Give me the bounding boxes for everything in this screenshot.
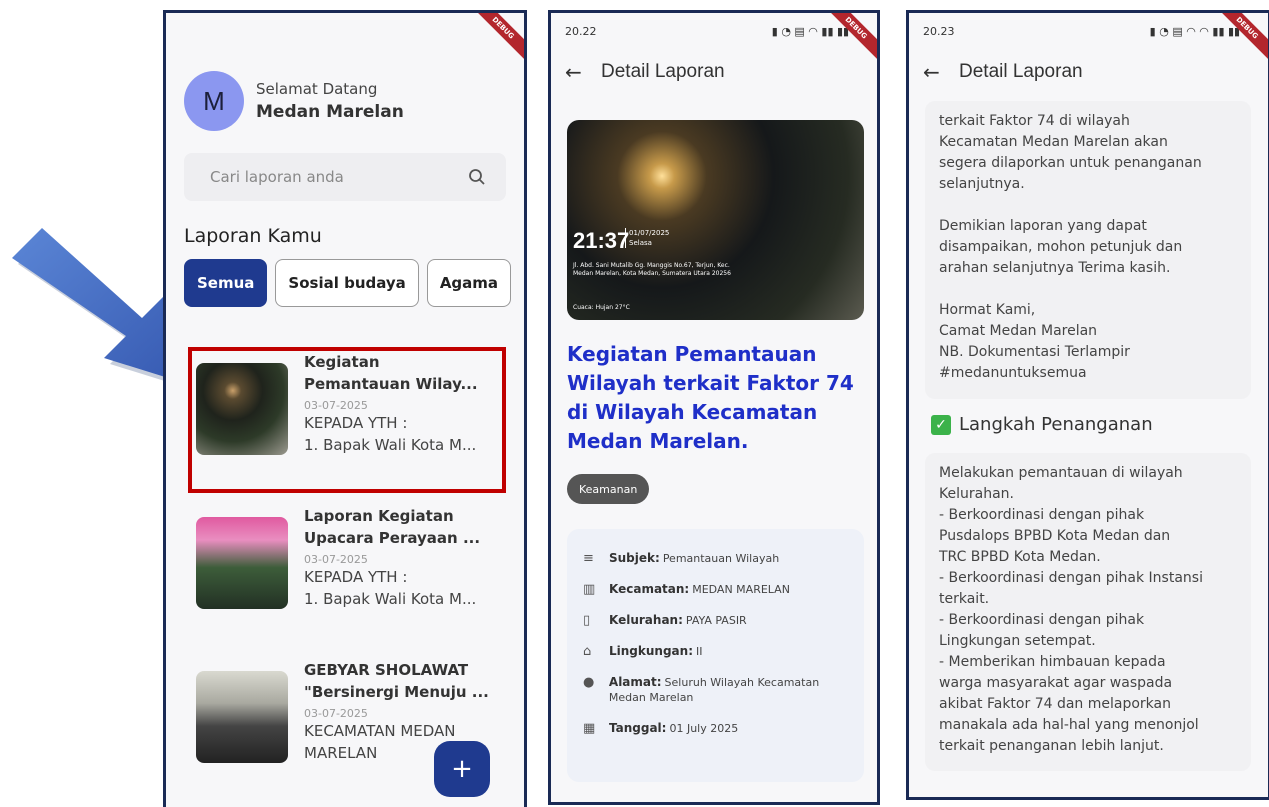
check-icon: ✓	[931, 414, 951, 435]
detail-screen-scrolled: DEBUG 20.23 ▮ ◔ ▤ ◠ ◠ ▮▮ ▮▮ ▬ ← Detail L…	[906, 10, 1269, 800]
report-photo[interactable]: 21:37 01/07/2025 Selasa Jl. Abd. Sani Mu…	[567, 120, 864, 320]
chip-semua[interactable]: Semua	[184, 259, 268, 307]
info-kelurahan: ▯ Kelurahan: PAYA PASIR	[583, 613, 747, 628]
search-input[interactable]: Cari laporan anda	[184, 153, 506, 201]
chip-agama[interactable]: Agama	[426, 259, 512, 307]
report-thumbnail	[196, 671, 288, 763]
status-bar	[166, 13, 524, 63]
location-pin-icon: ●	[583, 675, 595, 690]
search-placeholder: Cari laporan anda	[210, 168, 344, 186]
category-tag: Keamanan	[567, 474, 650, 504]
langkah-heading: ✓ Langkah Penanganan	[931, 414, 1153, 435]
detail-screen: DEBUG 20.22 ▮ ◔ ▤ ◠ ▮▮ ▮▮ ▬ ← Detail Lap…	[548, 10, 880, 805]
map-icon: ▯	[583, 613, 591, 628]
report-title: Laporan Kegiatan Upacara Perayaan ...	[304, 507, 481, 547]
report-date: 03-07-2025	[304, 707, 368, 720]
page-title: Detail Laporan	[959, 61, 1083, 82]
add-report-button[interactable]: +	[434, 741, 490, 797]
avatar[interactable]: M	[184, 71, 244, 131]
photo-time: 21:37	[573, 228, 630, 253]
greeting-text: Selamat Datang	[256, 80, 378, 98]
profile-header: M Selamat Datang Medan Marelan	[184, 71, 404, 131]
photo-date: 01/07/2025 Selasa	[625, 228, 669, 248]
langkah-title: Langkah Penanganan	[959, 414, 1153, 435]
info-subjek: ≡ Subjek: Pemantauan Wilayah	[583, 551, 780, 566]
report-date: 03-07-2025	[304, 553, 368, 566]
app-bar: ← Detail Laporan	[909, 49, 1268, 95]
info-kecamatan: ▥ Kecamatan: MEDAN MARELAN	[583, 582, 790, 597]
house-icon: ⌂	[583, 644, 592, 659]
search-icon[interactable]	[468, 168, 486, 186]
report-thumbnail	[196, 517, 288, 609]
category-chips: Semua Sosial budaya Agama	[184, 259, 512, 307]
report-title: Kegiatan Pemantauan Wilayah terkait Fakt…	[567, 342, 854, 453]
building-icon: ▥	[583, 582, 596, 597]
info-tanggal: ▦ Tanggal: 01 July 2025	[583, 721, 739, 736]
status-bar: 20.23 ▮ ◔ ▤ ◠ ◠ ▮▮ ▮▮ ▬	[909, 13, 1268, 49]
user-name: Medan Marelan	[256, 102, 404, 122]
section-title: Laporan Kamu	[184, 225, 322, 247]
status-time: 20.22	[565, 24, 597, 38]
photo-weather: Cuaca: Hujan 27°C	[573, 304, 630, 311]
report-excerpt: KEPADA YTH : 1. Bapak Wali Kota M...	[304, 568, 477, 608]
langkah-card: Melakukan pemantauan di wilayah Keluraha…	[925, 453, 1251, 771]
notes-icon: ≡	[583, 551, 594, 566]
chip-sosial-budaya[interactable]: Sosial budaya	[275, 259, 419, 307]
highlight-box	[188, 347, 506, 493]
back-arrow-icon[interactable]: ←	[923, 60, 959, 84]
info-card: ≡ Subjek: Pemantauan Wilayah ▥ Kecamatan:…	[567, 529, 864, 782]
report-title: GEBYAR SHOLAWAT "Bersinergi Menuju ...	[304, 661, 489, 701]
info-lingkungan: ⌂ Lingkungan: II	[583, 644, 703, 659]
back-arrow-icon[interactable]: ←	[565, 60, 601, 84]
info-alamat: ● Alamat: Seluruh Wilayah Kecamatan Medan…	[583, 675, 820, 704]
photo-address: Jl. Abd. Sani Mutalib Gg. Manggis No.67,…	[573, 262, 731, 277]
page-title: Detail Laporan	[601, 61, 725, 82]
calendar-icon: ▦	[583, 721, 596, 736]
report-body-card: terkait Faktor 74 di wilayah Kecamatan M…	[925, 101, 1251, 399]
app-bar: ← Detail Laporan	[551, 49, 877, 95]
status-bar: 20.22 ▮ ◔ ▤ ◠ ▮▮ ▮▮ ▬	[551, 13, 877, 49]
status-time: 20.23	[923, 24, 955, 38]
report-card[interactable]: Laporan Kegiatan Upacara Perayaan ... 03…	[196, 505, 496, 659]
stage: DEBUG M Selamat Datang Medan Marelan Car…	[0, 0, 1269, 807]
